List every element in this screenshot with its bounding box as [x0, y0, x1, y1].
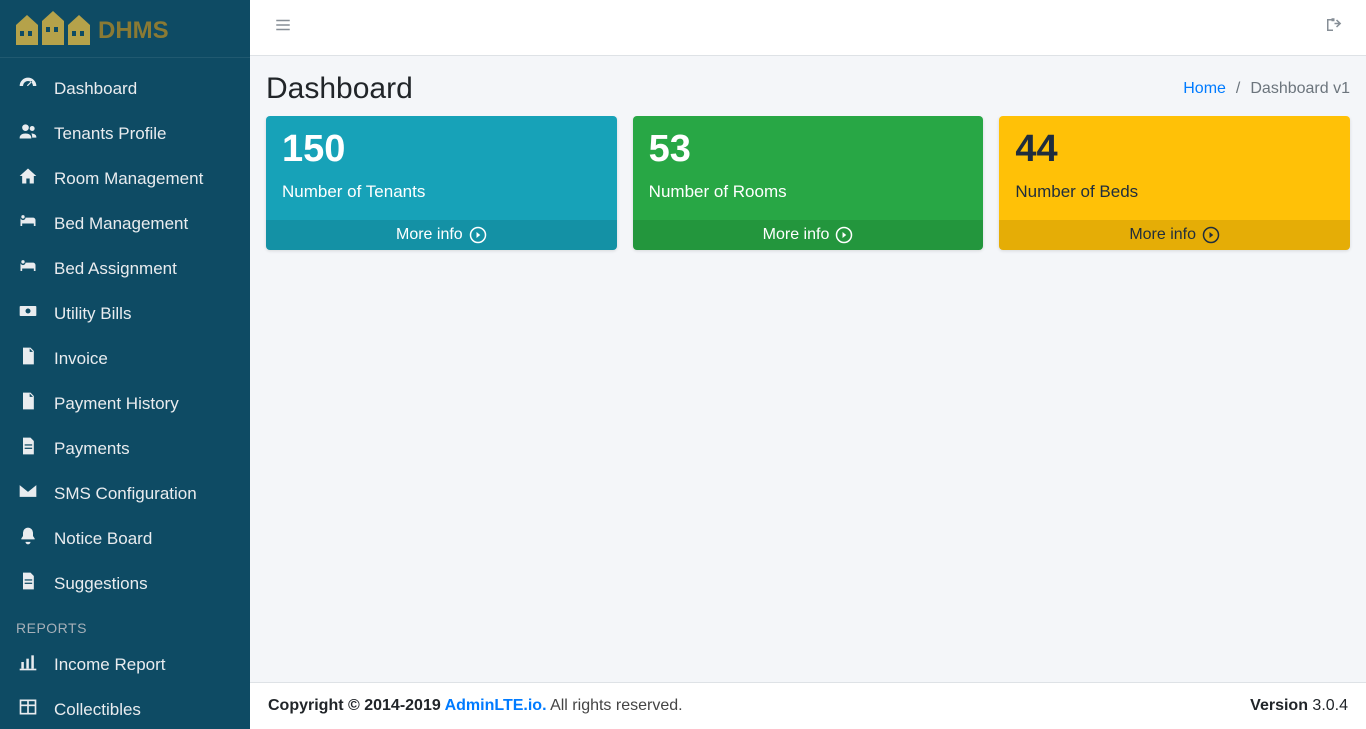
content: 150 Number of Tenants More info 53 Numbe… — [250, 116, 1366, 682]
brand[interactable]: DHMS — [0, 0, 250, 58]
card-more-info-link[interactable]: More info — [633, 220, 984, 250]
sidebar-item-label: Tenants Profile — [54, 124, 166, 144]
users-icon — [16, 121, 40, 146]
sidebar-item-sms-configuration[interactable]: SMS Configuration — [0, 471, 250, 516]
arrow-circle-right-icon — [469, 226, 487, 244]
main-wrapper: Dashboard Home / Dashboard v1 150 Number… — [250, 0, 1366, 729]
card-beds: 44 Number of Beds More info — [999, 116, 1350, 250]
sidebar-item-label: Utility Bills — [54, 304, 131, 324]
footer-right: Version 3.0.4 — [1250, 697, 1348, 715]
sidebar-item-income-report[interactable]: Income Report — [0, 642, 250, 687]
card-value: 44 — [1015, 130, 1334, 168]
file-lines-icon — [16, 436, 40, 461]
file-lines-icon — [16, 571, 40, 596]
sidebar-nav: Dashboard Tenants Profile Room Managemen… — [0, 58, 250, 729]
card-label: Number of Tenants — [282, 182, 601, 202]
sidebar-item-payments[interactable]: Payments — [0, 426, 250, 471]
sidebar: DHMS Dashboard Tenants Profile Room Mana… — [0, 0, 250, 729]
sidebar-toggle-button[interactable] — [268, 10, 298, 45]
card-rooms: 53 Number of Rooms More info — [633, 116, 984, 250]
bed-icon — [16, 211, 40, 236]
breadcrumb: Home / Dashboard v1 — [1183, 80, 1350, 98]
card-more-info-link[interactable]: More info — [999, 220, 1350, 250]
sidebar-item-label: Income Report — [54, 655, 166, 675]
sidebar-item-dashboard[interactable]: Dashboard — [0, 66, 250, 111]
sidebar-item-label: Collectibles — [54, 700, 141, 720]
table-icon — [16, 697, 40, 722]
arrow-circle-right-icon — [835, 226, 853, 244]
sidebar-item-label: Invoice — [54, 349, 108, 369]
card-more-info-text: More info — [396, 226, 463, 244]
bell-icon — [16, 526, 40, 551]
footer-version: 3.0.4 — [1308, 697, 1348, 714]
sidebar-item-label: Payment History — [54, 394, 179, 414]
sidebar-item-suggestions[interactable]: Suggestions — [0, 561, 250, 606]
sidebar-item-label: Room Management — [54, 169, 203, 189]
sidebar-item-label: SMS Configuration — [54, 484, 197, 504]
footer-adminlte-link[interactable]: AdminLTE.io. — [445, 697, 547, 714]
sidebar-item-tenants-profile[interactable]: Tenants Profile — [0, 111, 250, 156]
brand-logo: DHMS — [12, 11, 202, 47]
signout-icon — [1324, 16, 1342, 34]
footer-rights: All rights reserved. — [547, 697, 683, 714]
card-tenants: 150 Number of Tenants More info — [266, 116, 617, 250]
footer-left: Copyright © 2014-2019 AdminLTE.io. All r… — [268, 697, 683, 715]
sidebar-item-bed-assignment[interactable]: Bed Assignment — [0, 246, 250, 291]
sidebar-item-label: Suggestions — [54, 574, 148, 594]
sidebar-item-label: Payments — [54, 439, 130, 459]
sidebar-item-payment-history[interactable]: Payment History — [0, 381, 250, 426]
sidebar-reports-header: REPORTS — [0, 606, 250, 642]
card-more-info-link[interactable]: More info — [266, 220, 617, 250]
card-value: 53 — [649, 130, 968, 168]
sidebar-item-label: Bed Management — [54, 214, 188, 234]
signout-button[interactable] — [1318, 10, 1348, 45]
card-label: Number of Rooms — [649, 182, 968, 202]
content-header: Dashboard Home / Dashboard v1 — [250, 56, 1366, 116]
home-icon — [16, 166, 40, 191]
sidebar-item-collectibles[interactable]: Collectibles — [0, 687, 250, 729]
bars-icon — [274, 16, 292, 34]
arrow-circle-right-icon — [1202, 226, 1220, 244]
footer-copyright: Copyright © 2014-2019 — [268, 697, 445, 714]
sidebar-item-utility-bills[interactable]: Utility Bills — [0, 291, 250, 336]
sidebar-item-label: Bed Assignment — [54, 259, 177, 279]
card-label: Number of Beds — [1015, 182, 1334, 202]
dashboard-icon — [16, 76, 40, 101]
sidebar-item-room-management[interactable]: Room Management — [0, 156, 250, 201]
sidebar-item-label: Dashboard — [54, 79, 137, 99]
page-title: Dashboard — [266, 72, 413, 106]
stat-cards-row: 150 Number of Tenants More info 53 Numbe… — [266, 116, 1350, 250]
main-footer: Copyright © 2014-2019 AdminLTE.io. All r… — [250, 682, 1366, 729]
card-more-info-text: More info — [1129, 226, 1196, 244]
money-icon — [16, 301, 40, 326]
breadcrumb-current: Dashboard v1 — [1250, 80, 1350, 98]
card-value: 150 — [282, 130, 601, 168]
breadcrumb-home[interactable]: Home — [1183, 80, 1226, 98]
chart-bar-icon — [16, 652, 40, 677]
topnav — [250, 0, 1366, 56]
envelope-icon — [16, 481, 40, 506]
sidebar-item-label: Notice Board — [54, 529, 152, 549]
bed-icon — [16, 256, 40, 281]
footer-version-label: Version — [1250, 697, 1308, 714]
sidebar-item-notice-board[interactable]: Notice Board — [0, 516, 250, 561]
sidebar-item-bed-management[interactable]: Bed Management — [0, 201, 250, 246]
breadcrumb-separator: / — [1236, 80, 1240, 98]
svg-text:DHMS: DHMS — [98, 17, 169, 44]
sidebar-item-invoice[interactable]: Invoice — [0, 336, 250, 381]
file-icon — [16, 346, 40, 371]
card-more-info-text: More info — [763, 226, 830, 244]
file-icon — [16, 391, 40, 416]
